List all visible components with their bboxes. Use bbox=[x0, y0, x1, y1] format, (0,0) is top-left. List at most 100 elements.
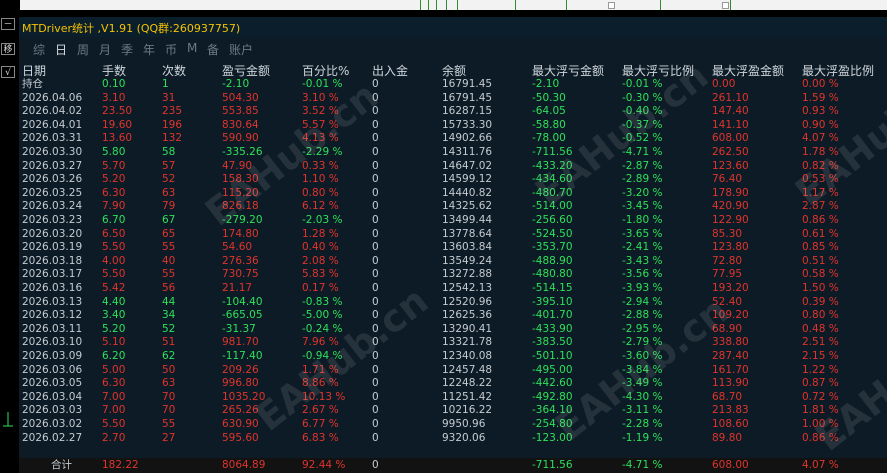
table-row[interactable]: 2026.03.31 13.60 132 590.90 4.13 % 0 14902.66 -… bbox=[19, 132, 887, 146]
chart-tick bbox=[515, 0, 516, 10]
col-header-max-float-profit[interactable]: 最大浮盈金额 bbox=[712, 64, 784, 78]
cell-date: 2026.02.27 bbox=[22, 431, 83, 444]
move-button[interactable]: 移 bbox=[1, 43, 15, 55]
cell-count: 196 bbox=[162, 118, 183, 131]
table-row[interactable]: 2026.03.12 3.40 34 -665.05 -5.00 % 0 12625.36 -… bbox=[19, 309, 887, 323]
cell-percent: -0.83 % bbox=[302, 295, 343, 308]
tab-7[interactable]: M bbox=[187, 41, 197, 55]
cell-max-float-profit: 141.10 bbox=[712, 118, 749, 131]
col-header-balance[interactable]: 余额 bbox=[442, 64, 466, 78]
cell-balance: 12625.36 bbox=[442, 309, 493, 322]
table-row[interactable]: 2026.03.19 5.50 55 54.60 0.40 % 0 13603.84 -353… bbox=[19, 241, 887, 255]
table-row[interactable]: 2026.03.27 5.70 57 47.90 0.33 % 0 14647.02 -433… bbox=[19, 160, 887, 174]
table-row[interactable]: 2026.03.11 5.20 52 -31.37 -0.24 % 0 13290.41 -4… bbox=[19, 323, 887, 337]
tab-0[interactable]: 综 bbox=[33, 41, 45, 58]
table-row[interactable]: 2026.03.26 5.20 52 158.30 1.10 % 0 14599.12 -43… bbox=[19, 173, 887, 187]
table-row[interactable]: 2026.03.16 5.42 56 21.17 0.17 % 0 12542.13 -514… bbox=[19, 282, 887, 296]
table-row[interactable]: 2026.03.02 5.50 55 630.90 6.77 % 0 9950.96 -254… bbox=[19, 418, 887, 432]
cell-max-float-loss: -123.00 bbox=[532, 431, 573, 444]
cell-deposit: 0 bbox=[372, 363, 379, 376]
chart-tick bbox=[428, 0, 429, 10]
cell-pnl: 54.60 bbox=[222, 241, 253, 254]
cell-balance: 13603.84 bbox=[442, 241, 493, 254]
tab-8[interactable]: 备 bbox=[207, 41, 219, 58]
tab-2[interactable]: 周 bbox=[77, 41, 89, 58]
cell-max-float-profit: 52.40 bbox=[712, 295, 743, 308]
tab-3[interactable]: 月 bbox=[99, 41, 111, 58]
tab-1[interactable]: 日 bbox=[55, 41, 67, 58]
title-bar[interactable]: MTDriver统计 ,V1.91 (QQ群:260937757) bbox=[19, 17, 887, 37]
cell-max-float-profit: 68.90 bbox=[712, 322, 743, 335]
cell-max-float-profit-pct: 2.51 % bbox=[802, 336, 839, 349]
cell-max-float-profit-pct: 2.15 % bbox=[802, 350, 839, 362]
cell-max-float-profit: 338.80 bbox=[712, 336, 749, 349]
col-header-max-float-profit-pct[interactable]: 最大浮盈比例 bbox=[802, 64, 874, 78]
col-header-date[interactable]: 日期 bbox=[22, 64, 46, 78]
col-header-lots[interactable]: 手数 bbox=[102, 64, 126, 78]
cell-pnl: 174.80 bbox=[222, 227, 259, 240]
cell-count: 52 bbox=[162, 173, 176, 186]
table-row[interactable]: 2026.03.23 6.70 67 -279.20 -2.03 % 0 13499.44 -… bbox=[19, 214, 887, 228]
cell-deposit: 0 bbox=[372, 295, 379, 308]
table-row[interactable]: 2026.03.20 6.50 65 174.80 1.28 % 0 13778.64 -52… bbox=[19, 228, 887, 242]
cell-max-float-profit: 72.80 bbox=[712, 254, 743, 267]
cell-count: 55 bbox=[162, 418, 176, 430]
cell-max-float-loss: -383.50 bbox=[532, 336, 573, 349]
col-header-max-float-loss[interactable]: 最大浮亏金额 bbox=[532, 64, 604, 78]
cell-pnl: 115.20 bbox=[222, 186, 259, 199]
cell-balance: 14325.62 bbox=[442, 200, 493, 213]
table-row[interactable]: 2026.03.09 6.20 62 -117.40 -0.94 % 0 12340.08 -… bbox=[19, 350, 887, 364]
table-row[interactable]: 2026.04.02 23.50 235 553.85 3.52 % 0 16287.15 -… bbox=[19, 105, 887, 119]
tab-4[interactable]: 季 bbox=[121, 41, 133, 58]
col-header-max-float-loss-pct[interactable]: 最大浮亏比例 bbox=[622, 64, 694, 78]
table-row[interactable]: 2026.03.25 6.30 63 115.20 0.80 % 0 14440.82 -48… bbox=[19, 187, 887, 201]
total-deposit: 0 bbox=[372, 459, 379, 471]
cell-max-float-profit: 123.60 bbox=[712, 159, 749, 172]
table-row[interactable]: 2026.03.06 5.00 50 209.26 1.71 % 0 12457.48 -49… bbox=[19, 364, 887, 378]
table-row[interactable]: 2026.03.03 7.00 70 265.26 2.67 % 0 10216.22 -36… bbox=[19, 404, 887, 418]
table-row[interactable]: 2026.03.18 4.00 40 276.36 2.08 % 0 13549.24 -48… bbox=[19, 255, 887, 269]
cell-balance: 9950.96 bbox=[442, 418, 486, 430]
col-header-deposit[interactable]: 出入金 bbox=[372, 64, 408, 78]
cell-balance: 13549.24 bbox=[442, 254, 493, 267]
cell-count: 55 bbox=[162, 241, 176, 254]
check-button[interactable]: √ bbox=[1, 66, 15, 78]
cell-max-float-profit: 420.90 bbox=[712, 200, 749, 213]
cell-balance: 16791.45 bbox=[442, 91, 493, 104]
col-header-percent[interactable]: 百分比% bbox=[302, 64, 349, 78]
table-row[interactable]: 2026.03.10 5.10 51 981.70 7.96 % 0 13321.78 -38… bbox=[19, 336, 887, 350]
cell-deposit: 0 bbox=[372, 105, 379, 118]
minimize-button[interactable]: － bbox=[1, 18, 15, 30]
cell-lots: 19.60 bbox=[102, 118, 133, 131]
tab-5[interactable]: 年 bbox=[143, 41, 155, 58]
cell-balance: 15733.30 bbox=[442, 118, 493, 131]
cell-count: 63 bbox=[162, 186, 176, 199]
cell-deposit: 0 bbox=[372, 78, 379, 90]
cell-count: 56 bbox=[162, 282, 176, 294]
table-row[interactable]: 2026.03.04 7.00 70 1035.20 10.13 % 0 11251.42 -… bbox=[19, 391, 887, 405]
cell-date: 2026.03.09 bbox=[22, 350, 83, 362]
table-row[interactable]: 2026.03.13 4.40 44 -104.40 -0.83 % 0 12520.96 -… bbox=[19, 296, 887, 310]
table-row[interactable]: 2026.04.06 3.10 31 504.30 3.10 % 0 16791.45 -50… bbox=[19, 92, 887, 106]
tab-9[interactable]: 账户 bbox=[229, 41, 253, 58]
table-row[interactable]: 持仓 0.10 1 -2.10 -0.01 % 0 16791.45 -2.10 -0.01 %… bbox=[19, 78, 887, 92]
col-header-count[interactable]: 次数 bbox=[162, 64, 186, 78]
cell-count: 44 bbox=[162, 295, 176, 308]
cell-max-float-profit-pct: 1.59 % bbox=[802, 91, 839, 104]
table-row[interactable]: 2026.04.01 19.60 196 830.64 5.57 % 0 15733.30 -… bbox=[19, 119, 887, 133]
cell-max-float-profit-pct: 0.86 % bbox=[802, 431, 839, 444]
col-header-pnl[interactable]: 盈亏金额 bbox=[222, 64, 270, 78]
table-row[interactable]: 2026.03.05 6.30 63 996.80 8.86 % 0 12248.22 -44… bbox=[19, 377, 887, 391]
tab-6[interactable]: 币 bbox=[165, 41, 177, 58]
cell-pnl: 630.90 bbox=[222, 418, 259, 430]
cell-max-float-loss: -395.10 bbox=[532, 295, 573, 308]
cell-balance: 9320.06 bbox=[442, 431, 486, 444]
table-row[interactable]: 2026.03.17 5.50 55 730.75 5.83 % 0 13272.88 -48… bbox=[19, 268, 887, 282]
cell-max-float-loss-pct: -0.37 % bbox=[622, 118, 663, 131]
table-row[interactable]: 2026.03.24 7.90 79 826.18 6.12 % 0 14325.62 -51… bbox=[19, 200, 887, 214]
cell-balance: 13321.78 bbox=[442, 336, 493, 349]
table-row[interactable]: 2026.02.27 2.70 27 595.60 6.83 % 0 9320.06 -123… bbox=[19, 432, 887, 446]
cell-max-float-loss-pct: -3.49 % bbox=[622, 377, 663, 390]
table-row[interactable]: 2026.03.30 5.80 58 -335.26 -2.29 % 0 14311.76 -… bbox=[19, 146, 887, 160]
cell-lots: 7.00 bbox=[102, 404, 126, 417]
